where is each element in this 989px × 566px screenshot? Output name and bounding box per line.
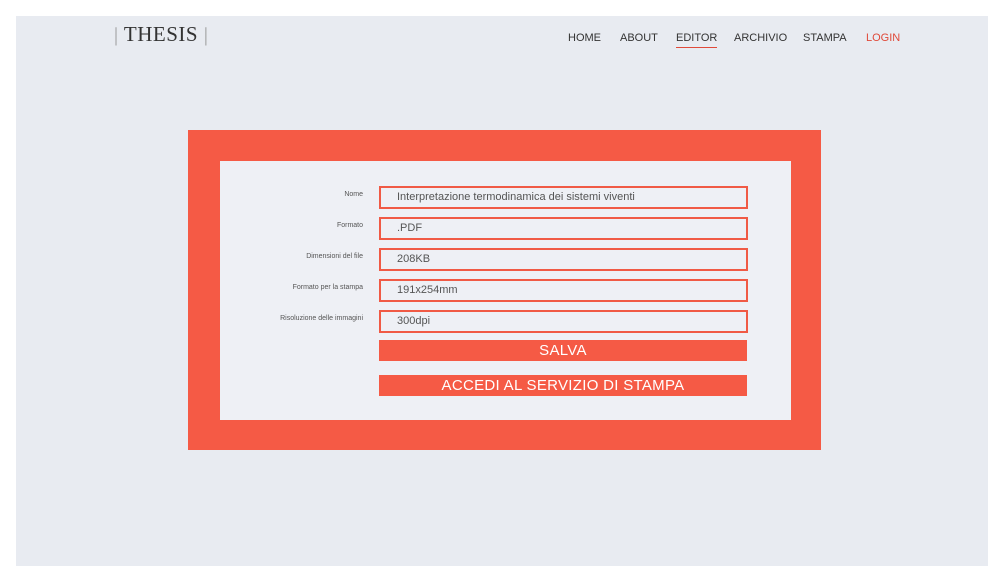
formato-value: .PDF xyxy=(397,222,423,234)
nome-field[interactable]: Interpretazione termodinamica dei sistem… xyxy=(379,186,748,209)
field-label-risoluzione: Risoluzione delle immagini xyxy=(280,315,363,322)
nav-stampa[interactable]: STAMPA xyxy=(803,32,847,44)
logo-bar-right: | xyxy=(203,24,209,46)
nav-home[interactable]: HOME xyxy=(568,32,601,44)
risoluzione-field[interactable]: 300dpi xyxy=(379,310,748,333)
dimensioni-field[interactable]: 208KB xyxy=(379,248,748,271)
field-label-formato: Formato xyxy=(336,222,363,229)
risoluzione-value: 300dpi xyxy=(397,315,431,327)
formato-stampa-field[interactable]: 191x254mm xyxy=(379,279,748,302)
print-service-button[interactable]: ACCEDI AL SERVIZIO DI STAMPA xyxy=(379,375,747,396)
field-label-nome: Nome xyxy=(344,191,363,198)
dimensioni-value: 208KB xyxy=(397,253,431,265)
formato-field[interactable]: .PDF xyxy=(379,217,748,240)
save-button[interactable]: SALVA xyxy=(379,340,747,361)
nav-about[interactable]: ABOUT xyxy=(620,32,658,44)
field-label-dimensioni: Dimensioni del file xyxy=(306,253,363,260)
logo-bar-left: | xyxy=(114,24,119,46)
formato-stampa-value: 191x254mm xyxy=(397,284,458,296)
logo-text: THESIS xyxy=(123,22,199,46)
nav-archivio[interactable]: ARCHIVIO xyxy=(734,32,787,44)
field-label-formato-stampa: Formato per la stampa xyxy=(292,284,363,291)
site-logo[interactable]: | THESIS | xyxy=(114,22,208,47)
nav-editor[interactable]: EDITOR xyxy=(676,32,718,48)
nav-login[interactable]: LOGIN xyxy=(866,32,900,44)
nome-value: Interpretazione termodinamica dei sistem… xyxy=(397,191,635,203)
